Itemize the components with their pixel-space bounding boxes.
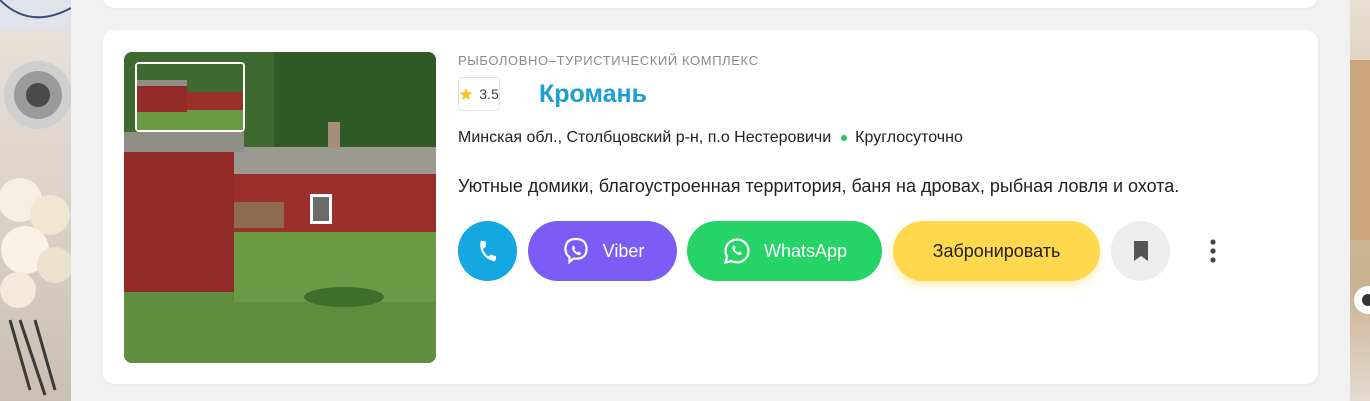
star-icon — [460, 88, 473, 100]
viber-button[interactable]: Viber — [528, 221, 677, 281]
open-status-dot — [841, 135, 848, 141]
book-label: Забронировать — [932, 240, 1061, 261]
thumbnail-image — [137, 64, 243, 130]
bookmark-icon — [1133, 241, 1148, 261]
previous-listing-card — [103, 0, 1318, 8]
book-button[interactable]: Забронировать — [893, 221, 1100, 281]
right-ad-banner — [1350, 0, 1370, 401]
call-button[interactable] — [458, 221, 517, 281]
whatsapp-button[interactable]: WhatsApp — [687, 221, 882, 281]
decor-right — [1350, 60, 1370, 314]
listing-description: Уютные домики, благоустроенная территори… — [458, 176, 1180, 196]
viber-icon — [564, 237, 588, 265]
listing-category: Рыболовно–туристический комплекс — [458, 53, 759, 68]
more-vertical-icon — [1210, 239, 1216, 263]
listing-title[interactable]: Кромань — [539, 80, 647, 109]
address-line: Минская обл., Столбцовский р-н, п.о Нест… — [458, 129, 963, 147]
address: Минская обл., Столбцовский р-н, п.о Нест… — [458, 129, 832, 146]
rating-badge: 3.5 — [458, 77, 500, 111]
opening-hours: Круглосуточно — [855, 129, 963, 146]
left-ad-banner — [0, 0, 71, 401]
viber-label: Viber — [602, 240, 645, 261]
more-options-button[interactable] — [1183, 221, 1243, 281]
rating-value: 3.5 — [479, 86, 499, 102]
bookmark-button[interactable] — [1111, 221, 1170, 281]
page: Рыболовно–туристический комплекс 3.5 Кро… — [0, 0, 1370, 401]
listing-photo[interactable] — [124, 52, 436, 363]
flowers-decoration — [0, 0, 71, 396]
phone-icon — [479, 240, 496, 262]
whatsapp-icon — [723, 238, 750, 265]
whatsapp-label: WhatsApp — [763, 240, 848, 261]
listing-card[interactable]: Рыболовно–туристический комплекс 3.5 Кро… — [103, 30, 1318, 384]
photo-thumbnail[interactable] — [135, 62, 245, 132]
